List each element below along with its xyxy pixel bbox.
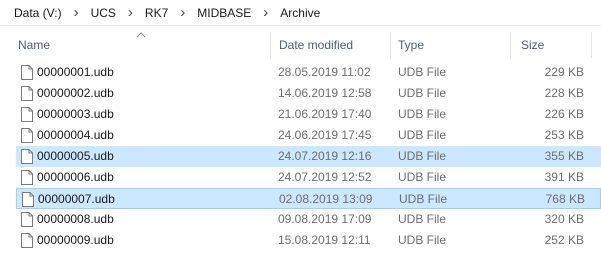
- file-icon: [21, 149, 33, 164]
- file-row[interactable]: 00000003.udb 21.06.2019 17:40 UDB File 226 …: [16, 104, 601, 125]
- breadcrumb: Data (V:) UCS RK7 MIDBASE Archive: [0, 0, 601, 26]
- file-type: UDB File: [398, 107, 447, 121]
- file-date-modified: 14.06.2019 12:58: [278, 86, 372, 100]
- file-icon: [21, 107, 33, 122]
- file-row[interactable]: 00000004.udb 24.06.2019 17:45 UDB File 253 …: [16, 125, 601, 146]
- column-divider[interactable]: [390, 32, 391, 58]
- file-size: 228 KB: [544, 86, 584, 100]
- file-type: UDB File: [398, 170, 447, 184]
- breadcrumb-item-rk7[interactable]: RK7: [141, 6, 172, 20]
- chevron-right-icon[interactable]: [74, 4, 79, 21]
- column-header-size[interactable]: Size: [515, 30, 595, 58]
- chevron-right-icon[interactable]: [180, 4, 185, 21]
- breadcrumb-item-drive[interactable]: Data (V:): [10, 6, 66, 20]
- file-icon: [22, 192, 34, 207]
- file-size: 253 KB: [544, 128, 584, 142]
- file-row[interactable]: 00000007.udb 02.08.2019 13:09 UDB File 768 …: [16, 188, 601, 209]
- column-divider[interactable]: [591, 32, 592, 58]
- file-name: 00000006.udb: [37, 170, 114, 184]
- breadcrumb-item-ucs[interactable]: UCS: [87, 6, 120, 20]
- file-type: UDB File: [398, 212, 447, 226]
- file-type: UDB File: [398, 128, 447, 142]
- breadcrumb-item-archive[interactable]: Archive: [276, 6, 324, 20]
- column-divider[interactable]: [270, 32, 271, 58]
- file-name: 00000007.udb: [38, 192, 115, 206]
- column-header-row: Name Date modified Type Size: [0, 30, 601, 58]
- file-size: 229 KB: [544, 65, 584, 79]
- chevron-right-icon[interactable]: [263, 4, 268, 21]
- file-date-modified: 15.08.2019 12:11: [278, 233, 371, 247]
- column-header-date[interactable]: Date modified: [273, 30, 389, 58]
- file-name: 00000005.udb: [37, 149, 114, 163]
- file-date-modified: 21.06.2019 17:40: [278, 107, 372, 121]
- file-type: UDB File: [398, 233, 447, 247]
- column-header-name[interactable]: Name: [12, 30, 270, 58]
- file-row[interactable]: 00000008.udb 09.08.2019 17:09 UDB File 320 …: [16, 209, 601, 230]
- file-row[interactable]: 00000005.udb 24.07.2019 12:16 UDB File 355 …: [16, 146, 601, 167]
- file-date-modified: 24.07.2019 12:52: [278, 170, 372, 184]
- file-date-modified: 24.06.2019 17:45: [278, 128, 372, 142]
- file-name: 00000009.udb: [37, 233, 114, 247]
- file-icon: [21, 128, 33, 143]
- file-row[interactable]: 00000002.udb 14.06.2019 12:58 UDB File 228 …: [16, 83, 601, 104]
- file-size: 226 KB: [544, 107, 584, 121]
- file-name: 00000002.udb: [37, 86, 114, 100]
- file-date-modified: 02.08.2019 13:09: [279, 192, 373, 206]
- file-icon: [21, 170, 33, 185]
- file-type: UDB File: [398, 86, 447, 100]
- file-date-modified: 28.05.2019 11:02: [278, 65, 371, 79]
- file-size: 320 KB: [544, 212, 584, 226]
- file-type: UDB File: [398, 149, 447, 163]
- file-row[interactable]: 00000009.udb 15.08.2019 12:11 UDB File 252 …: [16, 230, 601, 251]
- file-date-modified: 09.08.2019 17:09: [278, 212, 372, 226]
- file-name: 00000003.udb: [37, 107, 114, 121]
- column-header-type[interactable]: Type: [392, 30, 508, 58]
- file-date-modified: 24.07.2019 12:16: [278, 149, 372, 163]
- breadcrumb-item-midbase[interactable]: MIDBASE: [193, 6, 255, 20]
- file-type: UDB File: [398, 65, 447, 79]
- file-size: 768 KB: [545, 192, 585, 206]
- file-icon: [21, 65, 33, 80]
- column-divider[interactable]: [510, 32, 511, 58]
- file-row[interactable]: 00000006.udb 24.07.2019 12:52 UDB File 391 …: [16, 167, 601, 188]
- file-row[interactable]: 00000001.udb 28.05.2019 11:02 UDB File 229 …: [16, 62, 601, 83]
- file-size: 355 KB: [544, 149, 584, 163]
- file-size: 391 KB: [544, 170, 584, 184]
- file-icon: [21, 212, 33, 227]
- file-type: UDB File: [399, 192, 448, 206]
- file-name: 00000001.udb: [37, 65, 114, 79]
- file-icon: [21, 86, 33, 101]
- chevron-right-icon[interactable]: [128, 4, 133, 21]
- file-name: 00000008.udb: [37, 212, 114, 226]
- file-name: 00000004.udb: [37, 128, 114, 142]
- file-icon: [21, 233, 33, 248]
- file-size: 252 KB: [544, 233, 584, 247]
